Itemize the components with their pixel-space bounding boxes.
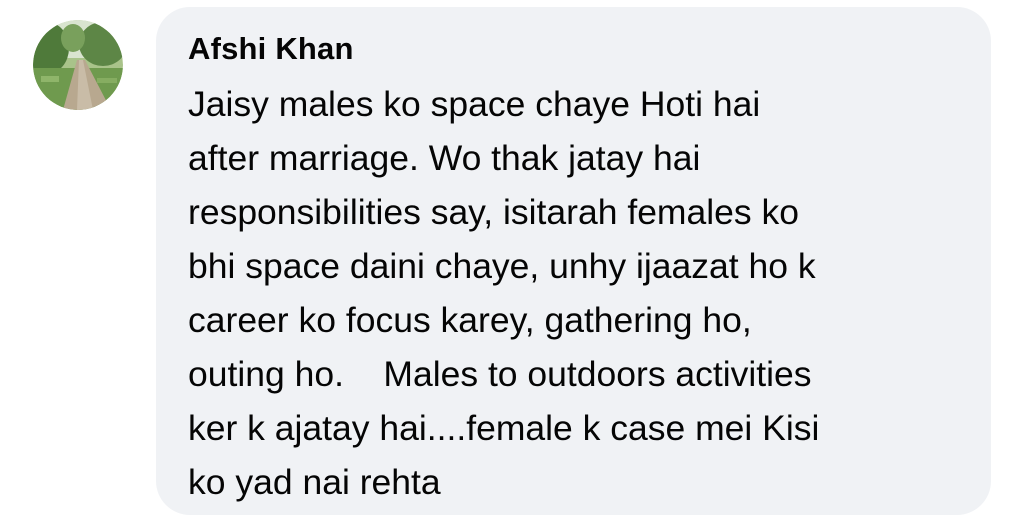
comment-screenshot: Afshi Khan Jaisy males ko space chaye Ho…	[0, 0, 1024, 526]
comment-bubble: Afshi Khan Jaisy males ko space chaye Ho…	[156, 7, 991, 515]
profile-photo-icon	[33, 20, 123, 110]
avatar[interactable]	[33, 20, 123, 110]
comment-text: Jaisy males ko space chaye Hoti hai afte…	[188, 84, 820, 502]
comment-author[interactable]: Afshi Khan	[188, 29, 354, 69]
